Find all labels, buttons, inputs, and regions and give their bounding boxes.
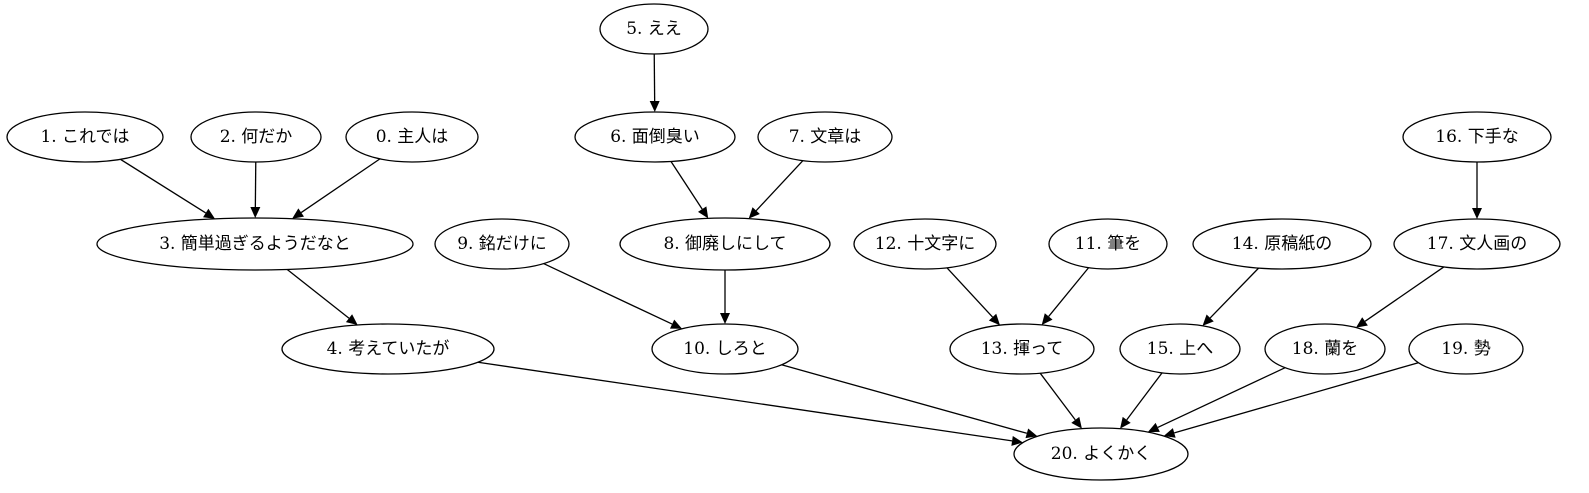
edge-arrow <box>1039 372 1082 429</box>
arrowhead-icon <box>1120 416 1131 429</box>
edge-arrow <box>1147 367 1286 433</box>
node-label: 14. 原稿紙の <box>1232 234 1332 254</box>
node-n2: 2. 何だか <box>190 111 322 163</box>
node-n15: 15. 上へ <box>1119 323 1241 375</box>
edge-arrow <box>1355 266 1445 328</box>
edge-line <box>286 268 350 319</box>
node-n16: 16. 下手な <box>1402 111 1552 163</box>
node-label: 5. ええ <box>626 19 682 39</box>
node-n6: 6. 面倒臭い <box>574 111 736 163</box>
edge-arrow <box>1041 267 1090 325</box>
node-n12: 12. 十文字に <box>853 218 997 270</box>
node-label: 2. 何だか <box>220 127 293 147</box>
node-label: 4. 考えていたが <box>327 339 450 359</box>
edge-arrow <box>649 53 660 113</box>
arrowhead-icon <box>1071 416 1082 429</box>
nodes-layer: 0. 主人は 1. これでは 2. 何だか 3. 簡単過ぎるようだなと 4. 考えていた… <box>6 3 1561 481</box>
node-n14: 14. 原稿紙の <box>1192 218 1372 270</box>
node-n4: 4. 考えていたが <box>281 323 495 375</box>
node-n3: 3. 簡単過ぎるようだなと <box>96 217 414 271</box>
node-label: 12. 十文字に <box>875 234 975 254</box>
arrowhead-icon <box>203 208 216 219</box>
node-n9: 9. 銘だけに <box>434 218 570 270</box>
edge-arrow <box>670 161 709 219</box>
edge-line <box>477 361 1013 442</box>
arrowhead-icon <box>345 314 358 326</box>
node-label: 16. 下手な <box>1435 127 1518 147</box>
edge-line <box>1364 266 1445 322</box>
edge-arrow <box>286 268 358 326</box>
edge-arrow <box>1472 162 1482 219</box>
edge-line <box>1157 367 1286 428</box>
node-label: 18. 蘭を <box>1292 339 1358 359</box>
edge-line <box>781 364 1028 434</box>
node-n18: 18. 蘭を <box>1264 323 1386 375</box>
node-n5: 5. ええ <box>599 3 709 55</box>
node-n0: 0. 主人は <box>345 111 479 163</box>
node-label: 17. 文人画の <box>1427 234 1527 254</box>
edge-arrow <box>748 160 804 219</box>
edge-arrow <box>1163 362 1419 438</box>
node-n7: 7. 文章は <box>757 111 893 163</box>
node-label: 19. 勢 <box>1441 339 1490 359</box>
arrowhead-icon <box>1041 313 1053 325</box>
edge-arrow <box>946 267 1001 326</box>
edge-arrow <box>292 158 381 219</box>
edge-line <box>946 267 994 318</box>
node-label: 7. 文章は <box>789 127 862 147</box>
node-label: 3. 簡単過ぎるようだなと <box>159 234 351 254</box>
node-label: 13. 揮って <box>981 339 1064 359</box>
node-n19: 19. 勢 <box>1408 323 1524 375</box>
arrowhead-icon <box>292 208 304 219</box>
node-label: 1. これでは <box>40 127 129 147</box>
node-label: 0. 主人は <box>376 127 449 147</box>
arrowhead-icon <box>1472 208 1482 219</box>
node-n1: 1. これでは <box>6 111 164 163</box>
node-n17: 17. 文人画の <box>1393 218 1561 270</box>
node-n10: 10. しろと <box>651 323 799 375</box>
node-label: 6. 面倒臭い <box>610 127 700 147</box>
edge-line <box>1048 267 1090 317</box>
arrowhead-icon <box>649 100 660 113</box>
node-label: 9. 銘だけに <box>457 234 547 254</box>
edge-arrow <box>477 361 1023 446</box>
edge-arrow <box>781 364 1038 439</box>
edge-line <box>1039 372 1076 421</box>
edge-line <box>1174 362 1419 434</box>
arrowhead-icon <box>250 206 261 219</box>
edge-arrow <box>543 263 683 329</box>
edge-arrow <box>250 161 261 219</box>
arrowhead-icon <box>1355 317 1368 328</box>
edge-line <box>670 161 703 210</box>
node-label: 11. 筆を <box>1075 234 1141 254</box>
node-n13: 13. 揮って <box>949 323 1095 375</box>
arrowhead-icon <box>720 313 730 324</box>
edge-arrow <box>1120 372 1163 429</box>
edge-line <box>1209 267 1260 319</box>
edge-line <box>300 158 381 214</box>
edge-arrow <box>720 270 730 324</box>
edge-line <box>755 160 804 212</box>
node-label: 15. 上へ <box>1147 339 1213 359</box>
node-label: 20. よくかく <box>1051 444 1151 464</box>
edge-arrow <box>1202 267 1260 326</box>
arrowhead-icon <box>698 206 709 219</box>
node-n8: 8. 御廃しにして <box>619 217 831 271</box>
edge-arrow <box>120 158 216 219</box>
edge-line <box>1126 372 1163 421</box>
node-n20: 20. よくかく <box>1013 427 1189 481</box>
edge-line <box>543 263 673 325</box>
dependency-tree-diagram: 0. 主人は 1. これでは 2. 何だか 3. 簡単過ぎるようだなと 4. 考えていた… <box>6 3 1561 481</box>
edge-line <box>120 158 207 214</box>
node-label: 10. しろと <box>683 339 766 359</box>
node-n11: 11. 筆を <box>1048 218 1168 270</box>
node-label: 8. 御廃しにして <box>663 234 786 254</box>
